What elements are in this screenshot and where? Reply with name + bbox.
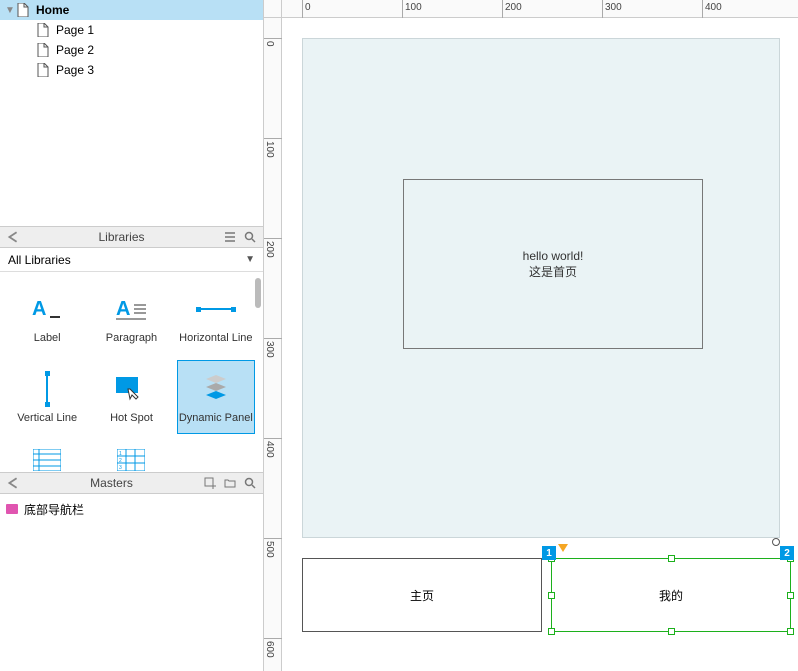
library-selector[interactable]: All Libraries ▼ [0,248,263,272]
repeater-icon [33,441,61,472]
widget-label[interactable]: A Label [8,280,86,354]
add-master-icon[interactable] [203,476,217,490]
hotspot-icon [114,370,148,408]
ruler-tick: 400 [705,2,722,13]
ruler-corner [264,0,282,18]
state-marker-icon[interactable] [558,544,568,552]
page-icon [16,3,30,17]
scrollbar-thumb[interactable] [255,278,261,308]
page-label: Page 1 [56,23,94,37]
pages-panel: ▼ Home Page 1 Page 2 Page 3 [0,0,263,226]
masters-header: Masters [0,472,263,494]
ruler-tick: 0 [264,41,275,47]
state-badge-2[interactable]: 2 [780,546,794,560]
tree-collapse-icon[interactable]: ▼ [4,5,16,16]
ruler-tick: 0 [305,2,311,13]
page-icon [36,43,50,57]
selection-handle[interactable] [787,628,794,635]
masters-body: 底部导航栏 [0,494,263,524]
svg-text:1: 1 [119,451,122,457]
selection-handle[interactable] [548,592,555,599]
page-label: Page 3 [56,63,94,77]
svg-text:A: A [116,298,130,320]
collapse-icon[interactable] [6,476,20,490]
vline-icon [42,370,52,408]
left-panel: ▼ Home Page 1 Page 2 Page 3 Libraries [0,0,264,671]
ruler-tick: 200 [264,241,275,258]
ruler-tick: 600 [264,641,275,658]
libraries-header: Libraries [0,226,263,248]
selection-handle[interactable] [787,592,794,599]
hello-line1: hello world! [523,249,584,263]
widget-vertical-line[interactable]: Vertical Line [8,360,86,434]
hello-line2: 这是首页 [529,263,577,280]
widget-label-text: Paragraph [106,332,157,344]
widget-hot-spot[interactable]: Hot Spot [92,360,170,434]
dynamic-panel-icon [200,370,232,408]
widget-table[interactable]: 123 [92,440,170,472]
svg-text:2: 2 [119,458,122,464]
widget-label-text: Horizontal Line [179,332,252,344]
widget-paragraph[interactable]: A Paragraph [92,280,170,354]
widget-label-text: Label [34,332,61,344]
table-icon: 123 [117,441,145,472]
state-badge-1[interactable]: 1 [542,546,556,560]
tab-mine-label: 我的 [659,587,683,604]
ruler-tick: 100 [405,2,422,13]
artboard[interactable]: hello world! 这是首页 [302,38,780,538]
hline-icon [196,290,236,328]
svg-text:A: A [32,298,46,320]
tab-home[interactable]: 主页 [302,558,542,632]
add-folder-icon[interactable] [223,476,237,490]
master-item[interactable]: 底部导航栏 [6,500,257,518]
page-item-page1[interactable]: Page 1 [0,20,263,40]
page-icon [36,23,50,37]
master-label: 底部导航栏 [24,501,84,518]
page-label: Page 2 [56,43,94,57]
widget-repeater[interactable] [8,440,86,472]
caret-down-icon: ▼ [245,254,255,265]
library-selector-text: All Libraries [8,253,245,267]
page-item-home[interactable]: ▼ Home [0,0,263,20]
selection-handle[interactable] [668,628,675,635]
ruler-tick: 500 [264,541,275,558]
tab-home-label: 主页 [410,587,434,604]
selection-handle[interactable] [548,628,555,635]
widget-label-text: Hot Spot [110,412,153,424]
canvas[interactable]: hello world! 这是首页 主页 我的 1 2 [282,18,798,671]
canvas-area: 0 100 200 300 400 500 0 100 200 300 400 … [264,0,798,671]
page-icon [36,63,50,77]
tab-mine-selected[interactable]: 我的 [551,558,791,632]
label-icon: A [30,290,64,328]
ruler-vertical[interactable]: 0 100 200 300 400 500 600 [264,18,282,671]
widget-label-text: Dynamic Panel [179,412,253,424]
hello-widget[interactable]: hello world! 这是首页 [403,179,703,349]
ruler-tick: 100 [264,141,275,158]
widget-horizontal-line[interactable]: Horizontal Line [177,280,255,354]
search-icon[interactable] [243,230,257,244]
page-label: Home [36,3,69,17]
ruler-tick: 400 [264,441,275,458]
svg-text:3: 3 [119,465,122,471]
search-icon[interactable] [243,476,257,490]
rotation-handle[interactable] [772,538,780,546]
menu-icon[interactable] [223,230,237,244]
masters-title: Masters [26,476,197,490]
master-icon [6,504,18,514]
widget-dynamic-panel[interactable]: Dynamic Panel [177,360,255,434]
ruler-tick: 300 [605,2,622,13]
widget-label-text: Vertical Line [17,412,77,424]
ruler-tick: 300 [264,341,275,358]
page-item-page2[interactable]: Page 2 [0,40,263,60]
library-grid: A Label A Paragraph Horizontal Line Vert… [0,272,263,472]
ruler-tick: 200 [505,2,522,13]
collapse-icon[interactable] [6,230,20,244]
selection-handle[interactable] [668,555,675,562]
ruler-horizontal[interactable]: 0 100 200 300 400 500 [282,0,798,18]
libraries-title: Libraries [26,230,217,244]
page-item-page3[interactable]: Page 3 [0,60,263,80]
paragraph-icon: A [114,290,148,328]
